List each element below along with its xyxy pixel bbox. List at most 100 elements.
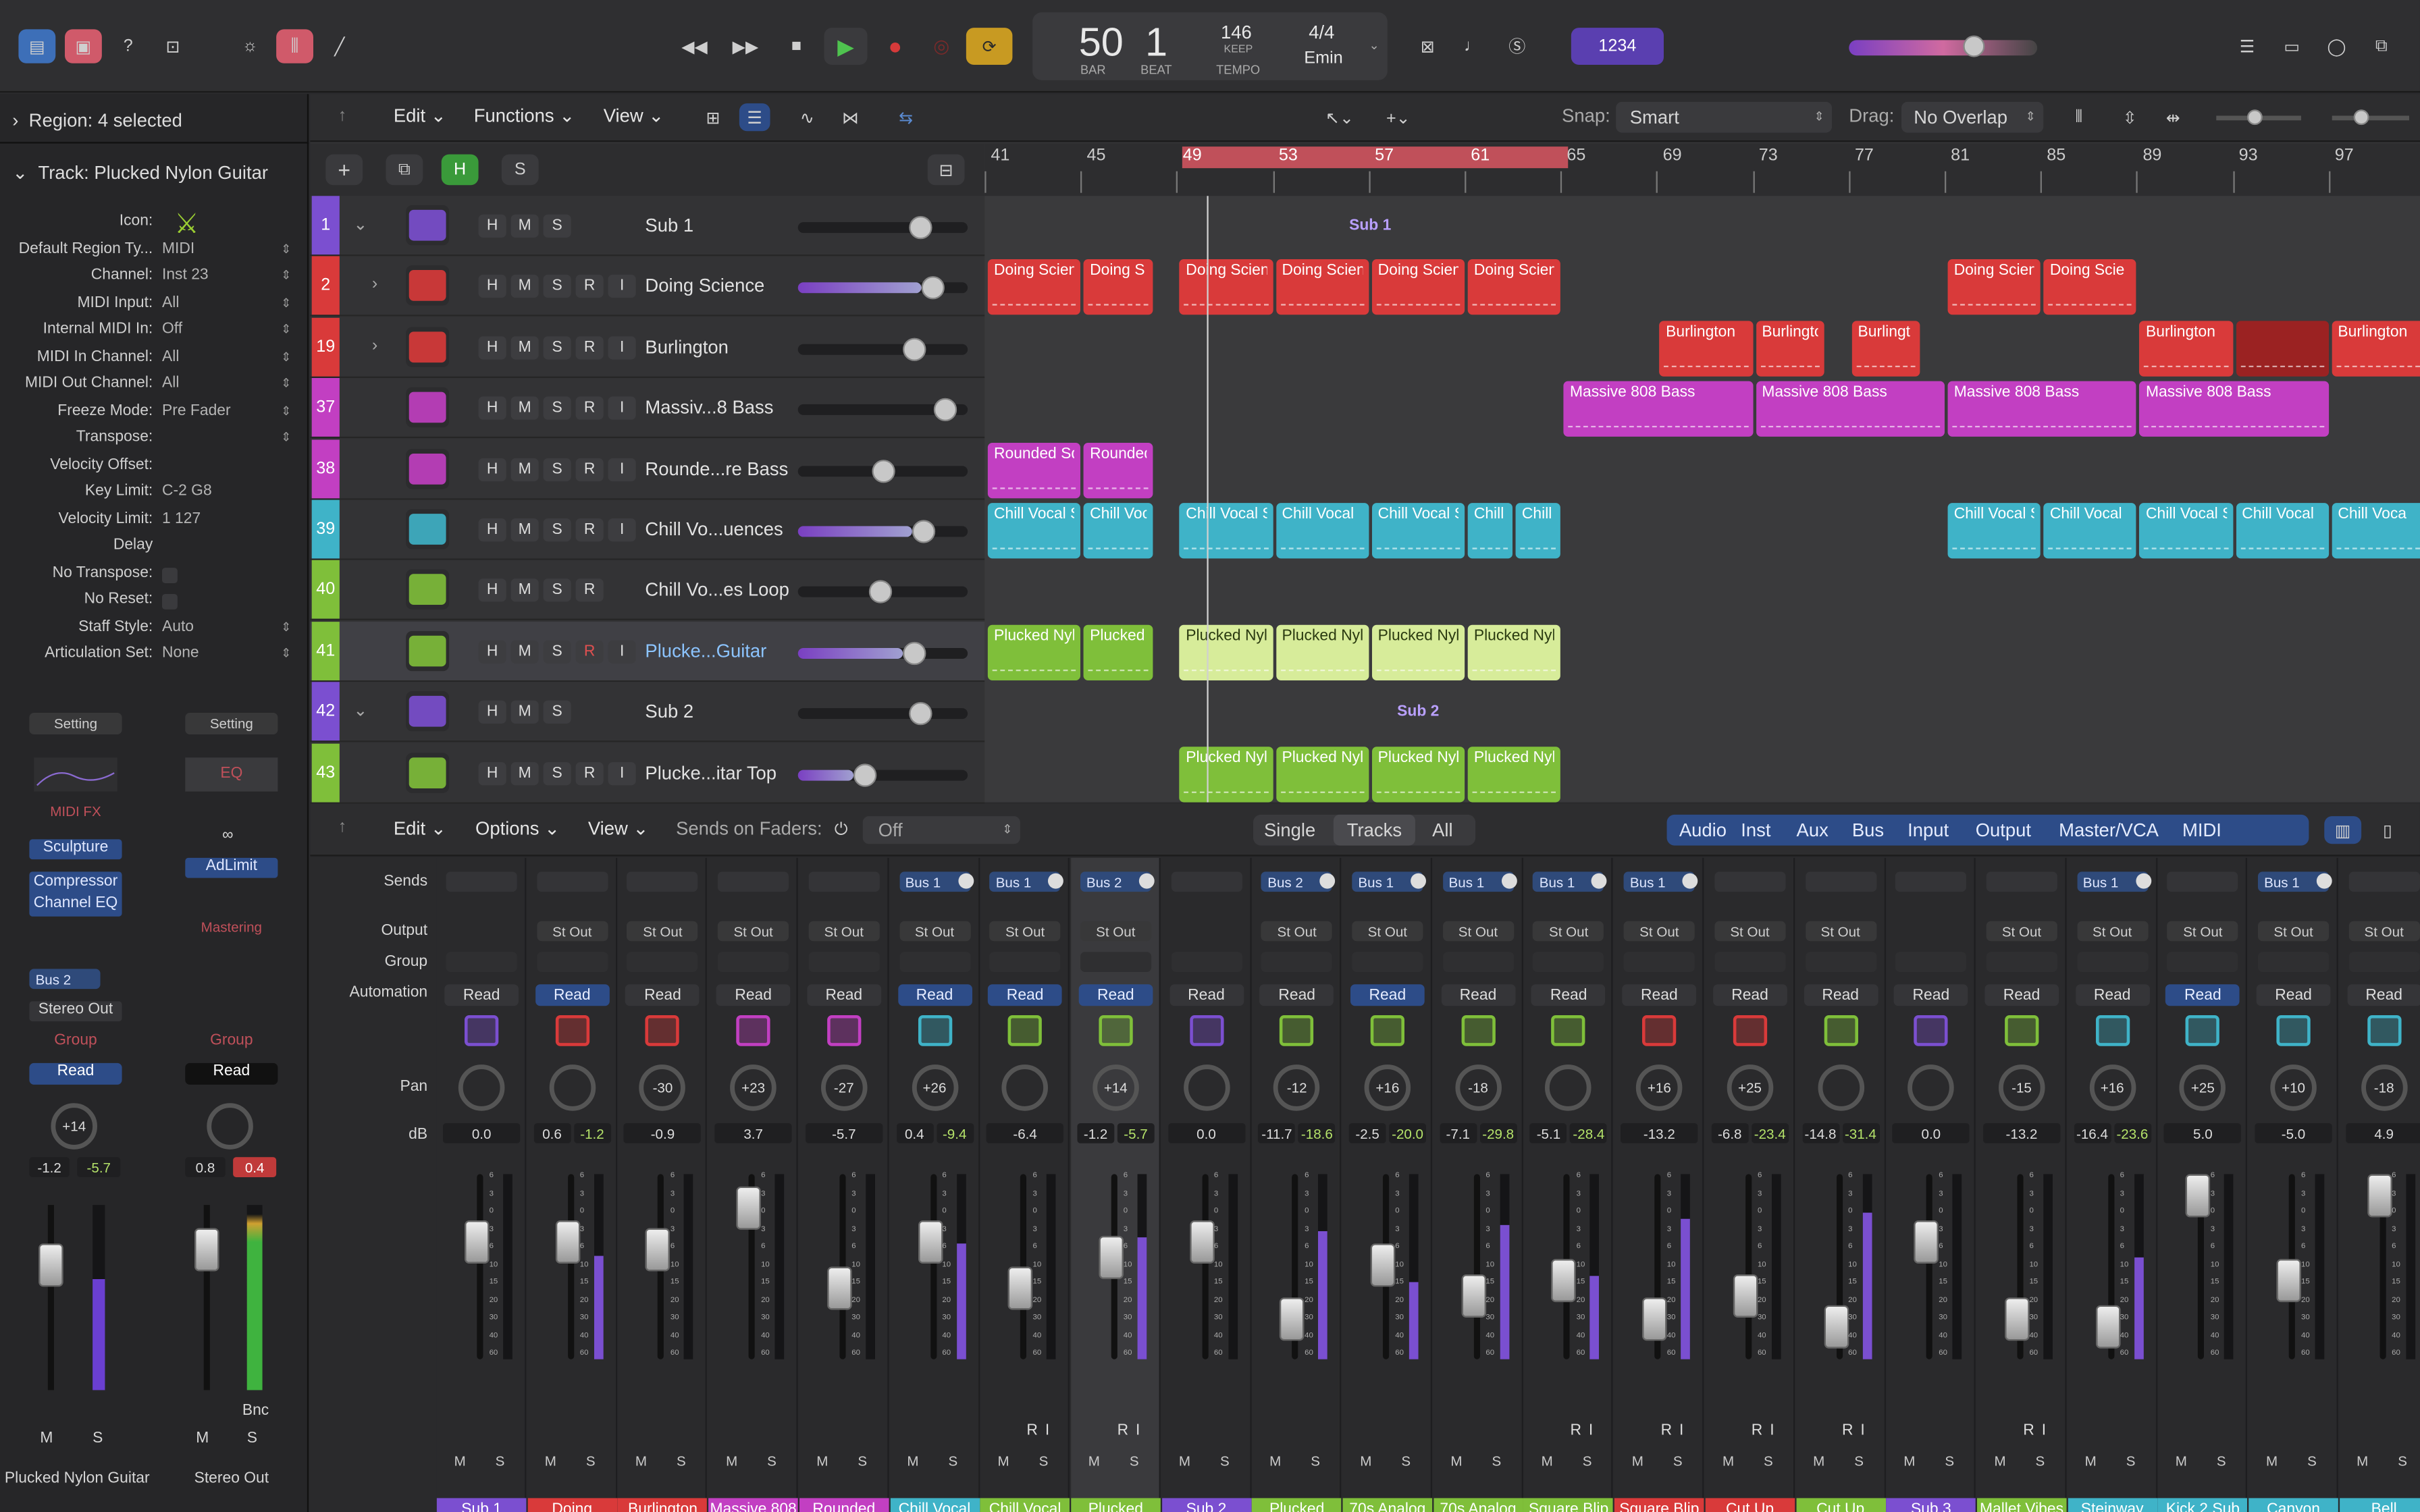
track-header[interactable]: ⌄ Track: Plucked Nylon Guitar [12, 162, 268, 184]
channel-name[interactable]: Kick 2 Sub Abst...ught [2158, 1498, 2248, 1512]
output-slot[interactable]: St Out [2167, 921, 2238, 942]
group-slot[interactable] [536, 952, 608, 972]
send-slot[interactable]: Bus 1 [989, 871, 1064, 892]
group-slot[interactable] [1623, 952, 1695, 972]
track-icon[interactable] [406, 630, 450, 671]
volume-fader[interactable] [1099, 1235, 1124, 1279]
track-name[interactable]: Chill Vo...es Loop [645, 579, 789, 601]
pan-knob[interactable]: -12 [1273, 1064, 1320, 1111]
global-solo-button[interactable]: S [501, 154, 539, 186]
track-h-button[interactable]: H [478, 640, 506, 664]
send-slot[interactable] [627, 871, 699, 892]
disclosure-icon[interactable]: ⌄ [353, 701, 367, 720]
group-slot[interactable] [2257, 952, 2330, 972]
pointer-tool-icon[interactable]: ↖⌄ [1317, 103, 1363, 131]
solo-button[interactable]: S [1214, 1452, 1236, 1470]
mastering-slot[interactable]: Mastering [185, 919, 278, 940]
automation-icon[interactable]: ∿ [792, 103, 823, 131]
region[interactable]: Massive 808 Bass [2139, 381, 2329, 437]
channel-name[interactable]: Mallet Vibes [1976, 1498, 2067, 1512]
solo-button[interactable]: S [2029, 1452, 2051, 1470]
drum-icon[interactable] [554, 1012, 591, 1049]
view-menu[interactable]: View ⌄ [588, 817, 649, 839]
track-header[interactable]: 39 H M S R I Chill Vo...uences [310, 500, 985, 560]
region[interactable]: Chill [1467, 503, 1513, 559]
output-slot[interactable]: St Out [536, 921, 608, 942]
filter-master-vca[interactable]: Master/VCA [2059, 819, 2159, 841]
volume-fader[interactable] [1189, 1220, 1214, 1264]
help-icon[interactable]: ? [111, 29, 145, 63]
track-volume-slider[interactable] [797, 398, 968, 422]
output-slot[interactable]: St Out [808, 921, 880, 942]
inspector-value[interactable]: C-2 G8 [162, 483, 212, 500]
track-m-button[interactable]: M [510, 457, 539, 481]
track-m-button[interactable]: M [510, 579, 539, 603]
volume-fader[interactable] [2367, 1174, 2392, 1218]
solo-button[interactable]: S [1305, 1452, 1326, 1470]
channel-name[interactable]: Plucked Nylo...uitar [1071, 1498, 1161, 1512]
automation-mode[interactable]: Read [625, 984, 700, 1006]
drum-icon[interactable] [644, 1012, 681, 1049]
volume-fader[interactable] [826, 1266, 852, 1310]
track-h-button[interactable]: H [478, 275, 506, 299]
send-slot[interactable] [2167, 871, 2238, 892]
track-s-button[interactable]: S [543, 518, 571, 542]
solo-button[interactable]: S [2392, 1452, 2413, 1470]
mute-button[interactable]: M [993, 1452, 1014, 1470]
setting-button[interactable]: Setting [29, 712, 122, 734]
track-name[interactable]: Burlington [645, 336, 729, 358]
setting-button[interactable]: Setting [185, 712, 278, 734]
piano-icon[interactable] [2094, 1012, 2131, 1049]
mode-tracks[interactable]: Tracks [1333, 814, 1415, 846]
track-volume-slider[interactable] [797, 580, 968, 604]
track-r-button[interactable]: R [575, 457, 604, 481]
group-slot[interactable] [2167, 952, 2238, 972]
master-volume-slider[interactable] [1849, 35, 2038, 57]
track-header[interactable]: 38 H M S R I Rounde...re Bass [310, 439, 985, 500]
region[interactable]: Chill Vocal [1275, 503, 1369, 559]
track-r-button[interactable]: R [575, 579, 604, 603]
channel-name[interactable]: Square Blip Lead [1523, 1498, 1614, 1512]
track-volume-slider[interactable] [797, 641, 968, 665]
drag-select[interactable]: No Overlap ⇕ [1901, 101, 2044, 133]
synth-icon[interactable] [825, 1012, 862, 1049]
group-slot[interactable] [718, 952, 789, 972]
region[interactable]: Massive 808 Bass [1563, 381, 1753, 437]
editors-icon[interactable]: ╱ [321, 29, 358, 63]
stop-icon[interactable]: ■ [777, 28, 816, 65]
plugin-adlimit[interactable]: AdLimit [185, 857, 278, 878]
track-i-button[interactable]: I [608, 335, 636, 360]
automation-mode[interactable]: Read [2075, 984, 2150, 1006]
solo-button[interactable]: S [490, 1452, 511, 1470]
automation-mode[interactable]: Read [2165, 984, 2240, 1006]
up-arrow-icon[interactable]: ↑ [338, 107, 347, 125]
plugin-slot-1[interactable]: Sculpture [29, 839, 122, 860]
region[interactable]: Plucked Nyl [1467, 746, 1561, 802]
send-slot[interactable] [1805, 871, 1876, 892]
catch-icon[interactable]: ⇆ [891, 103, 922, 131]
track-m-button[interactable]: M [510, 396, 539, 421]
eq-slot[interactable]: EQ [185, 757, 278, 792]
track-s-button[interactable]: S [543, 335, 571, 360]
track-h-button[interactable]: H [478, 701, 506, 724]
inspector-value[interactable]: All [162, 375, 179, 392]
fast-forward-icon[interactable]: ▶▶ [725, 28, 765, 65]
track-m-button[interactable]: M [510, 761, 539, 785]
channel-name[interactable]: Plucked Nylo...r Top [1252, 1498, 1342, 1512]
send-slot[interactable]: Bus 1 [2076, 871, 2151, 892]
capture-record-icon[interactable]: ◎ [922, 28, 962, 65]
mute-button[interactable]: M [1899, 1452, 1920, 1470]
region[interactable]: Chill [1515, 503, 1561, 559]
link-icon[interactable]: ∞ [222, 827, 233, 844]
smart-controls-icon[interactable]: ☼ [232, 29, 269, 63]
mute-button[interactable]: M [1718, 1452, 1739, 1470]
browser-icon[interactable]: ⧉ [2363, 29, 2400, 63]
region[interactable]: Chill Vocal [2043, 503, 2137, 559]
volume-fader[interactable] [736, 1186, 762, 1230]
arrange-area[interactable]: Sub 1 Doing Scien Doing S Doing Scien Doing … [984, 196, 2420, 803]
output-slot[interactable]: St Out [1623, 921, 1695, 942]
send-slot[interactable] [536, 871, 608, 892]
track-header[interactable]: 40 H M S R Chill Vo...es Loop [310, 560, 985, 621]
track-icon[interactable] [406, 691, 450, 732]
channel-name[interactable]: Chill Vocal Sequ...Loop [980, 1498, 1070, 1512]
